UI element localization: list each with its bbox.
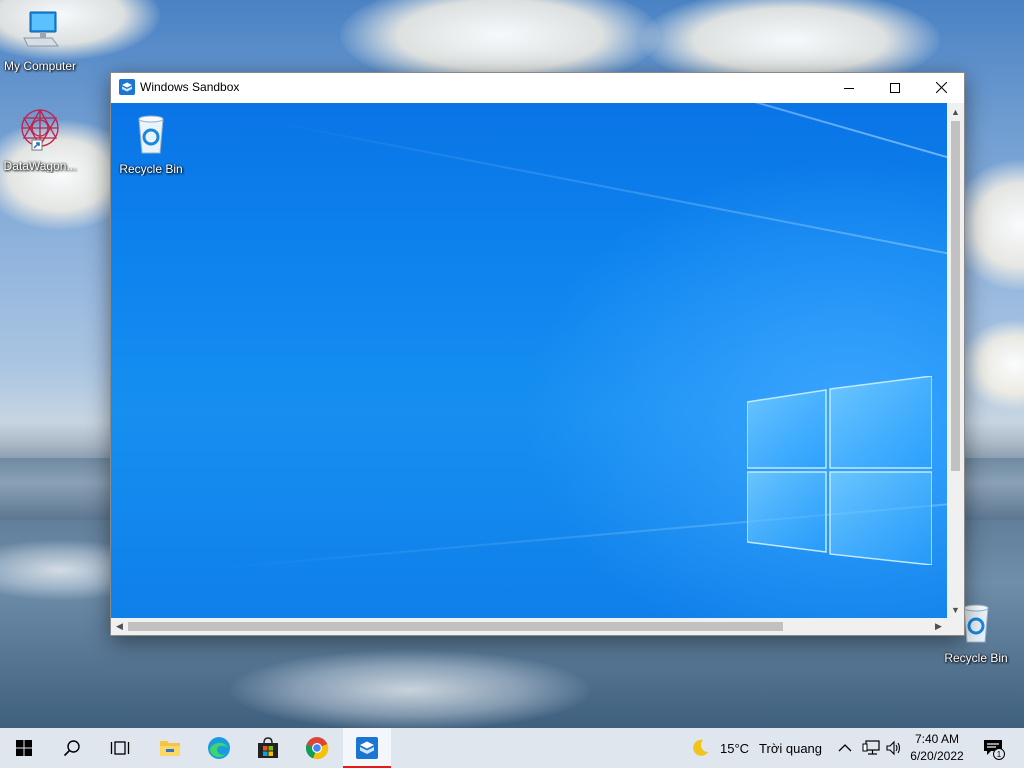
moon-icon: [693, 739, 708, 756]
task-view-button[interactable]: [96, 728, 144, 768]
recycle-bin-icon: [138, 115, 164, 154]
light-beam: [201, 103, 947, 165]
cloud: [960, 320, 1024, 410]
vertical-scroll-thumb[interactable]: [951, 121, 960, 471]
horizontal-scroll-thumb[interactable]: [128, 622, 783, 631]
search-icon: [63, 740, 80, 757]
maximize-button[interactable]: [872, 73, 918, 102]
datawagon-icon: [21, 108, 59, 151]
cloud-reflection: [230, 650, 590, 728]
clock[interactable]: 7:40 AM 6/20/2022: [905, 731, 969, 765]
show-hidden-icons-button[interactable]: [838, 728, 852, 768]
windows-sandbox-taskbar-button[interactable]: [343, 728, 391, 768]
scroll-down-icon[interactable]: ▼: [947, 601, 964, 618]
window-title: Windows Sandbox: [140, 80, 240, 94]
desktop-icon-label: Recycle Bin: [944, 651, 1008, 665]
microsoft-store-button[interactable]: [244, 728, 292, 768]
maximize-icon: [890, 82, 900, 93]
edge-button[interactable]: [195, 728, 243, 768]
windows-sandbox-app-icon: [119, 79, 135, 95]
desktop-icon-datawagon[interactable]: DataWagon...: [0, 106, 80, 173]
desktop-icon-label: Recycle Bin: [119, 162, 183, 176]
edge-icon: [208, 737, 230, 759]
notification-icon: 1: [984, 740, 1005, 760]
file-explorer-button[interactable]: [146, 728, 194, 768]
volume-button[interactable]: [885, 728, 903, 768]
windows-start-icon: [16, 740, 32, 756]
vertical-scrollbar[interactable]: ▲ ▼: [947, 103, 964, 618]
chrome-icon: [305, 737, 329, 760]
scrollbar-corner: [947, 618, 964, 635]
start-button[interactable]: [0, 728, 48, 768]
action-center-button[interactable]: 1: [982, 728, 1006, 768]
desktop-icon-label: My Computer: [3, 59, 77, 73]
scroll-left-icon[interactable]: ◀: [111, 618, 128, 635]
desktop-icon-label: DataWagon...: [3, 159, 77, 173]
search-button[interactable]: [48, 728, 96, 768]
clock-date: 6/20/2022: [910, 749, 964, 763]
notification-count: 1: [997, 750, 1002, 759]
clock-time: 7:40 AM: [914, 732, 960, 746]
speaker-icon: [886, 740, 901, 756]
sandbox-icon-recycle-bin[interactable]: Recycle Bin: [111, 111, 191, 176]
windows-sandbox-window[interactable]: Windows Sandbox Recycle Bin ▲ ▼ ◀ ▶: [110, 72, 965, 636]
desktop-icon-my-computer[interactable]: My Computer: [0, 8, 80, 73]
network-button[interactable]: [862, 728, 880, 768]
task-view-icon: [110, 741, 130, 755]
light-beam: [263, 119, 947, 255]
weather-temp: 15°C: [720, 740, 750, 756]
microsoft-store-icon: [258, 737, 278, 758]
title-bar[interactable]: Windows Sandbox: [111, 73, 964, 102]
close-button[interactable]: [918, 73, 964, 102]
sandbox-desktop[interactable]: Recycle Bin: [111, 103, 947, 618]
file-explorer-icon: [160, 741, 180, 756]
windows-sandbox-icon: [356, 737, 378, 759]
close-icon: [935, 82, 947, 93]
taskbar: 15°C Trời quang 7:40 AM 6/20/2022 1: [0, 728, 1024, 768]
minimize-button[interactable]: [826, 73, 872, 102]
scroll-right-icon[interactable]: ▶: [930, 618, 947, 635]
chrome-button[interactable]: [293, 728, 341, 768]
scroll-up-icon[interactable]: ▲: [947, 103, 964, 120]
horizontal-scrollbar[interactable]: ◀ ▶: [111, 618, 947, 635]
windows-logo-wallpaper: [747, 376, 932, 565]
network-icon: [862, 740, 880, 755]
weather-widget[interactable]: 15°C Trời quang: [690, 728, 822, 768]
computer-icon: [23, 11, 59, 47]
minimize-icon: [844, 87, 854, 89]
weather-condition: Trời quang: [759, 740, 823, 756]
chevron-up-icon: [838, 744, 852, 752]
